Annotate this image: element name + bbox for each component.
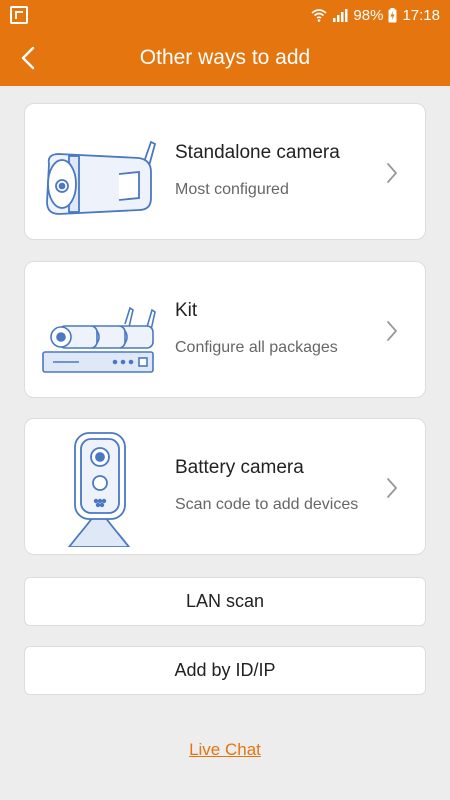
live-chat-link[interactable]: Live Chat xyxy=(0,740,450,760)
option-card-battery-camera[interactable]: Battery camera Scan code to add devices xyxy=(24,418,426,555)
flipboard-icon xyxy=(10,6,28,24)
back-button[interactable] xyxy=(14,44,42,72)
add-by-id-ip-button[interactable]: Add by ID/IP xyxy=(24,646,426,695)
option-subtitle: Configure all packages xyxy=(175,339,338,356)
battery-percent: 98% xyxy=(353,6,384,24)
clock: 17:18 xyxy=(402,6,440,24)
chevron-left-icon xyxy=(21,46,35,70)
app-bar: Other ways to add xyxy=(0,30,450,86)
bullet-camera-icon xyxy=(39,114,169,232)
status-bar: 98% 17:18 xyxy=(0,0,450,30)
nvr-kit-icon xyxy=(39,272,169,390)
option-card-kit[interactable]: Kit Configure all packages xyxy=(24,261,426,398)
page-title: Other ways to add xyxy=(139,46,311,69)
option-texts: Battery camera Scan code to add devices xyxy=(175,457,358,514)
option-subtitle: Scan code to add devices xyxy=(175,496,359,513)
option-subtitle: Most configured xyxy=(175,181,289,198)
option-title: Standalone camera xyxy=(175,142,340,163)
signal-icon xyxy=(333,9,348,22)
chevron-right-icon xyxy=(387,478,397,498)
lan-scan-button[interactable]: LAN scan xyxy=(24,577,426,626)
option-title: Kit xyxy=(175,300,198,321)
option-card-standalone-camera[interactable]: Standalone camera Most configured xyxy=(24,103,426,240)
chevron-right-icon xyxy=(387,163,397,183)
status-indicators: 98% 17:18 xyxy=(311,7,440,24)
option-texts: Kit Configure all packages xyxy=(175,300,338,357)
battery-charging-icon xyxy=(388,7,397,22)
option-texts: Standalone camera Most configured xyxy=(175,142,340,199)
wifi-icon xyxy=(311,9,327,22)
chevron-right-icon xyxy=(387,321,397,341)
battery-camera-icon xyxy=(39,429,169,548)
option-title: Battery camera xyxy=(175,457,304,478)
